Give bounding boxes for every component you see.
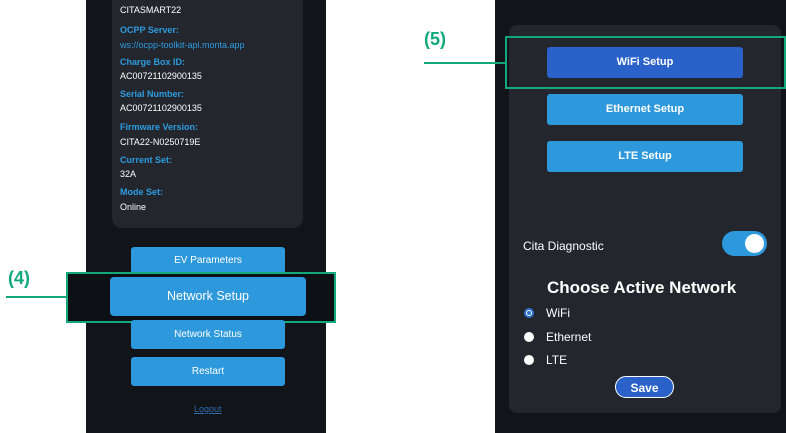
restart-button[interactable]: Restart [131,357,285,386]
cita-diagnostic-toggle[interactable] [722,231,767,256]
serial-number-label: Serial Number: [120,89,185,99]
ocpp-server-label: OCPP Server: [120,25,179,35]
firmware-version-label: Firmware Version: [120,122,199,132]
radio-label-lte: LTE [546,353,568,367]
radio-option-ethernet[interactable]: Ethernet [524,329,591,345]
choose-network-title: Choose Active Network [547,278,737,297]
current-set-value: 32A [120,169,137,179]
radio-option-lte[interactable]: LTE [524,352,567,368]
save-button[interactable]: Save [615,376,674,398]
ocpp-server-value: ws://ocpp-toolkit-api.monta.app [120,40,245,50]
radio-label-wifi: WiFi [546,306,570,320]
toggle-knob [745,234,764,253]
mode-set-label: Mode Set: [120,187,164,197]
annotation-step5-line [424,62,506,64]
annotation-box-step5 [505,36,786,89]
charger-name-value: CITASMART22 [120,5,182,15]
mode-set-value: Online [120,202,147,212]
network-status-button[interactable]: Network Status [131,320,285,349]
radio-unselected-icon[interactable] [524,332,534,342]
annotation-step4-label: (4) [8,268,30,288]
radio-option-wifi[interactable]: WiFi [524,305,570,321]
annotation-step5-label: (5) [424,29,446,49]
radio-unselected-icon[interactable] [524,355,534,365]
charge-box-value: AC00721102900135 [120,71,202,81]
cita-diagnostic-label: Cita Diagnostic [523,239,604,253]
radio-selected-icon[interactable] [524,308,534,318]
radio-label-ethernet: Ethernet [546,330,592,344]
current-set-label: Current Set: [120,155,173,165]
serial-number-value: AC00721102900135 [120,103,202,113]
firmware-version-value: CITA22-N0250719E [120,137,201,147]
annotation-step4-line [6,296,68,298]
logout-link[interactable]: Logout [194,404,222,414]
ev-parameters-button[interactable]: EV Parameters [131,247,285,274]
charge-box-label: Charge Box ID: [120,57,186,67]
lte-setup-button[interactable]: LTE Setup [547,141,743,172]
ethernet-setup-button[interactable]: Ethernet Setup [547,94,743,125]
annotation-box-step4 [66,272,336,323]
